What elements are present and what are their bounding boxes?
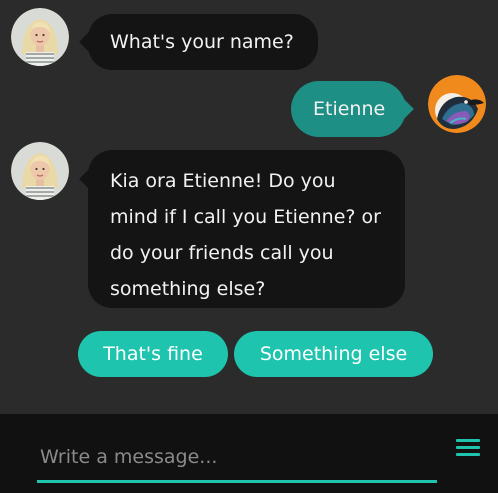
bubble-tail: [79, 32, 99, 52]
bird-avatar-icon: [428, 75, 486, 133]
bot-avatar-icon: [11, 142, 69, 200]
bot-message-bubble: What's your name?: [79, 14, 318, 70]
message-composer: [0, 414, 498, 493]
message-line: mind if I call you Etienne? or: [110, 206, 381, 228]
message-line: do your friends call you: [110, 242, 334, 264]
user-message-bubble: Etienne: [291, 81, 414, 137]
message-input[interactable]: [40, 437, 430, 477]
bot-avatar-icon: [11, 8, 69, 66]
message-text: Etienne: [313, 98, 386, 120]
hamburger-menu-icon[interactable]: [456, 438, 480, 458]
bot-message-bubble: Kia ora Etienne! Do you mind if I call y…: [79, 150, 405, 308]
quick-reply-something-else[interactable]: Something else: [234, 331, 433, 377]
quick-reply-thats-fine[interactable]: That's fine: [78, 331, 228, 377]
chat-screen: What's your name? Etienne Kia ora Etienn…: [0, 0, 498, 493]
message-line: something else?: [110, 278, 266, 300]
message-line: Kia ora Etienne! Do you: [110, 170, 336, 192]
message-text: What's your name?: [110, 31, 294, 53]
input-underline: [37, 480, 437, 483]
bubble-tail: [79, 169, 99, 189]
bubble-tail: [394, 99, 414, 119]
